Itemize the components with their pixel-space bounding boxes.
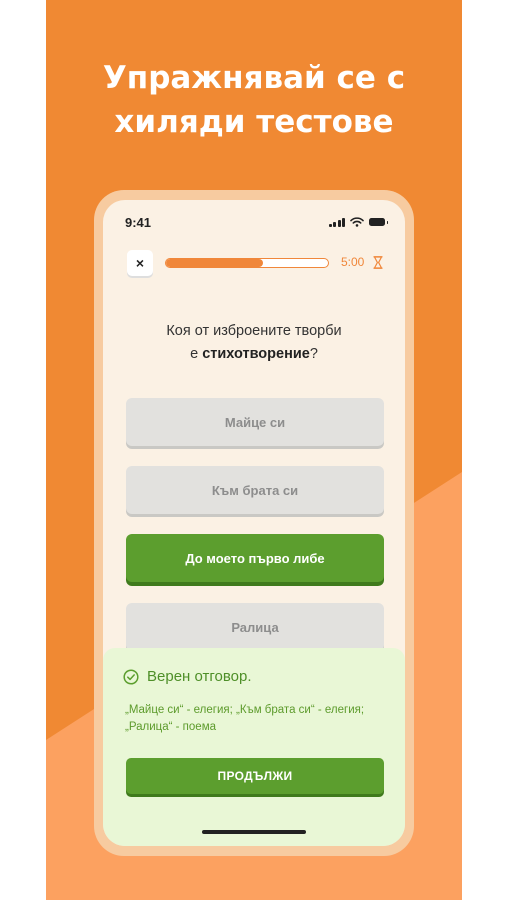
answer-option-1[interactable]: Майце си (126, 398, 384, 446)
quiz-timer: 5:00 (341, 255, 365, 269)
app-screen: 9:41 × 5:00 Коя от изброените творби е с… (103, 200, 405, 846)
question-line-1: Коя от изброените творби (166, 323, 342, 339)
question-keyword: стихотворение (202, 346, 310, 362)
close-button[interactable]: × (127, 250, 153, 276)
promo-headline: Упражнявай се с хиляди тестове (46, 56, 462, 144)
quiz-top-bar: × 5:00 (103, 250, 405, 280)
continue-button-label: ПРОДЪЛЖИ (217, 769, 293, 783)
signal-icon (328, 217, 345, 227)
answer-option-label: До моето първо либе (185, 550, 325, 566)
hourglass-icon (373, 256, 383, 269)
answer-option-3-correct[interactable]: До моето първо либе (126, 534, 384, 582)
close-icon: × (135, 255, 145, 271)
feedback-title: Верен отговор. (147, 668, 252, 685)
status-time: 9:41 (125, 215, 152, 230)
wifi-icon (350, 217, 364, 227)
question-prefix: е (190, 346, 203, 362)
answer-option-label: Към брата си (211, 482, 299, 498)
status-icons (328, 217, 388, 227)
continue-button[interactable]: ПРОДЪЛЖИ (126, 758, 384, 794)
answer-option-label: Ралица (231, 619, 279, 635)
status-bar: 9:41 (103, 200, 405, 240)
home-indicator[interactable] (202, 830, 306, 834)
question-mark: ? (309, 346, 318, 362)
promo-canvas: Упражнявай се с хиляди тестове 9:41 × 5:… (46, 0, 462, 900)
check-circle-icon (123, 668, 139, 685)
answer-option-4[interactable]: Ралица (126, 603, 384, 651)
headline-line-1: Упражнявай се с (102, 60, 406, 96)
feedback-panel: Верен отговор. „Майце си“ - елегия; „Към… (103, 648, 405, 846)
headline-line-2: хиляди тестове (114, 104, 394, 140)
quiz-progress-bar (165, 258, 329, 268)
quiz-progress-fill (166, 259, 264, 267)
phone-frame: 9:41 × 5:00 Коя от изброените творби е с… (94, 190, 414, 856)
question-text: Коя от изброените творби е стихотворение… (123, 320, 385, 366)
battery-icon (369, 218, 388, 226)
answer-option-label: Майце си (224, 414, 286, 430)
question-line-2: е стихотворение? (123, 343, 385, 366)
feedback-explanation: „Майце си“ - елегия; „Към брата си“ - ел… (125, 704, 365, 733)
answer-option-2[interactable]: Към брата си (126, 466, 384, 514)
feedback-header: Верен отговор. (123, 668, 252, 685)
